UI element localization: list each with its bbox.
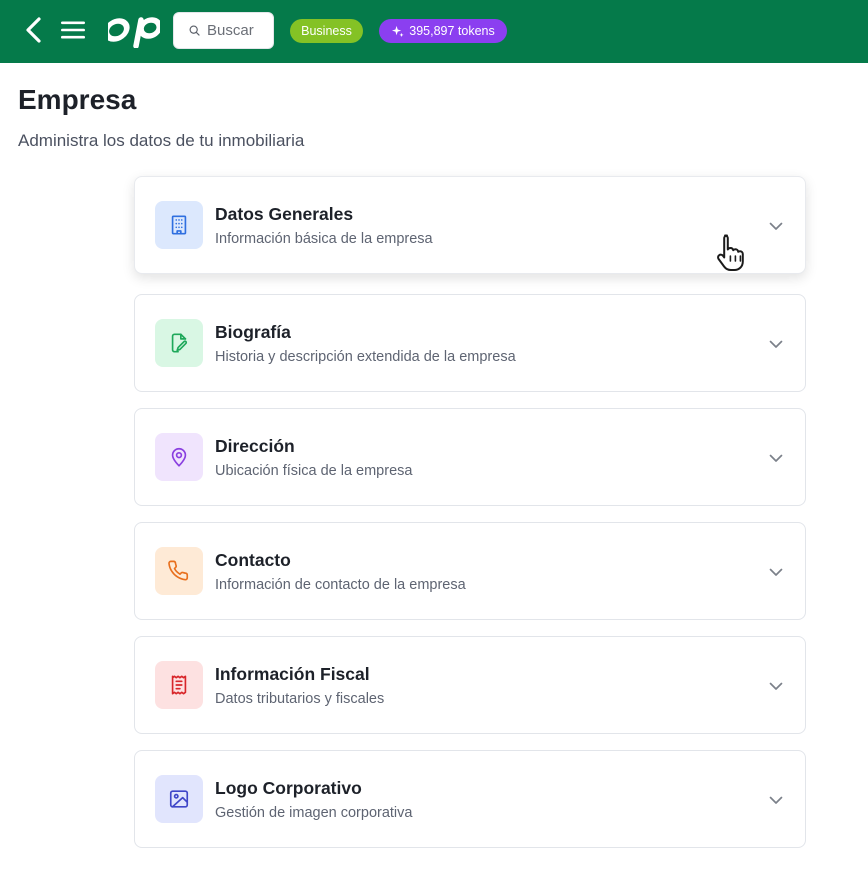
- section-title: Dirección: [215, 436, 295, 456]
- search-input[interactable]: [207, 22, 273, 39]
- map-pin-icon: [171, 447, 187, 467]
- section-biografia[interactable]: Biografía Historia y descripción extendi…: [134, 294, 806, 392]
- section-direccion[interactable]: Dirección Ubicación física de la empresa: [134, 408, 806, 506]
- chevron-down-icon[interactable]: [767, 217, 785, 235]
- hamburger-icon: [61, 21, 85, 39]
- chevron-down-icon[interactable]: [767, 563, 785, 581]
- building-icon: [171, 215, 187, 235]
- search-box[interactable]: [173, 12, 274, 49]
- section-icon-box: [155, 433, 203, 481]
- section-description: Datos tributarios y fiscales: [215, 691, 385, 707]
- back-button[interactable]: [20, 14, 46, 46]
- brand-logo[interactable]: [103, 12, 163, 49]
- section-icon-box: [155, 547, 203, 595]
- section-logo-corporativo[interactable]: Logo Corporativo Gestión de imagen corpo…: [134, 750, 806, 848]
- section-icon-box: [155, 661, 203, 709]
- plan-badge: Business: [290, 19, 363, 43]
- file-edit-icon: [171, 333, 188, 353]
- page-subtitle: Administra los datos de tu inmobiliaria: [18, 131, 305, 150]
- section-title: Información Fiscal: [215, 664, 370, 684]
- search-icon: [189, 25, 200, 36]
- section-description: Historia y descripción extendida de la e…: [215, 349, 516, 365]
- chevron-left-icon: [26, 17, 41, 43]
- section-description: Gestión de imagen corporativa: [215, 805, 413, 821]
- chevron-down-icon[interactable]: [767, 335, 785, 353]
- op-logo-icon: [103, 17, 163, 49]
- section-icon-box: [155, 775, 203, 823]
- page-title: Empresa: [18, 84, 137, 115]
- menu-button[interactable]: [58, 16, 88, 44]
- section-description: Ubicación física de la empresa: [215, 463, 413, 479]
- image-icon: [169, 790, 189, 808]
- section-contacto[interactable]: Contacto Información de contacto de la e…: [134, 522, 806, 620]
- section-title: Datos Generales: [215, 204, 354, 224]
- chevron-down-icon[interactable]: [767, 791, 785, 809]
- receipt-icon: [171, 675, 187, 695]
- tokens-count: 395,897 tokens: [409, 24, 495, 38]
- section-title: Contacto: [215, 550, 291, 570]
- section-informacion-fiscal[interactable]: Información Fiscal Datos tributarios y f…: [134, 636, 806, 734]
- tokens-badge: 395,897 tokens: [379, 19, 507, 43]
- section-description: Información de contacto de la empresa: [215, 577, 466, 593]
- phone-icon: [168, 560, 189, 581]
- section-description: Información básica de la empresa: [215, 231, 433, 247]
- section-icon-box: [155, 201, 203, 249]
- chevron-down-icon[interactable]: [767, 677, 785, 695]
- chevron-down-icon[interactable]: [767, 449, 785, 467]
- section-icon-box: [155, 319, 203, 367]
- top-bar: Business 395,897 tokens: [0, 0, 868, 63]
- sparkle-icon: [392, 25, 404, 37]
- section-datos-generales[interactable]: Datos Generales Información básica de la…: [134, 176, 806, 274]
- section-title: Logo Corporativo: [215, 778, 362, 798]
- section-title: Biografía: [215, 322, 291, 342]
